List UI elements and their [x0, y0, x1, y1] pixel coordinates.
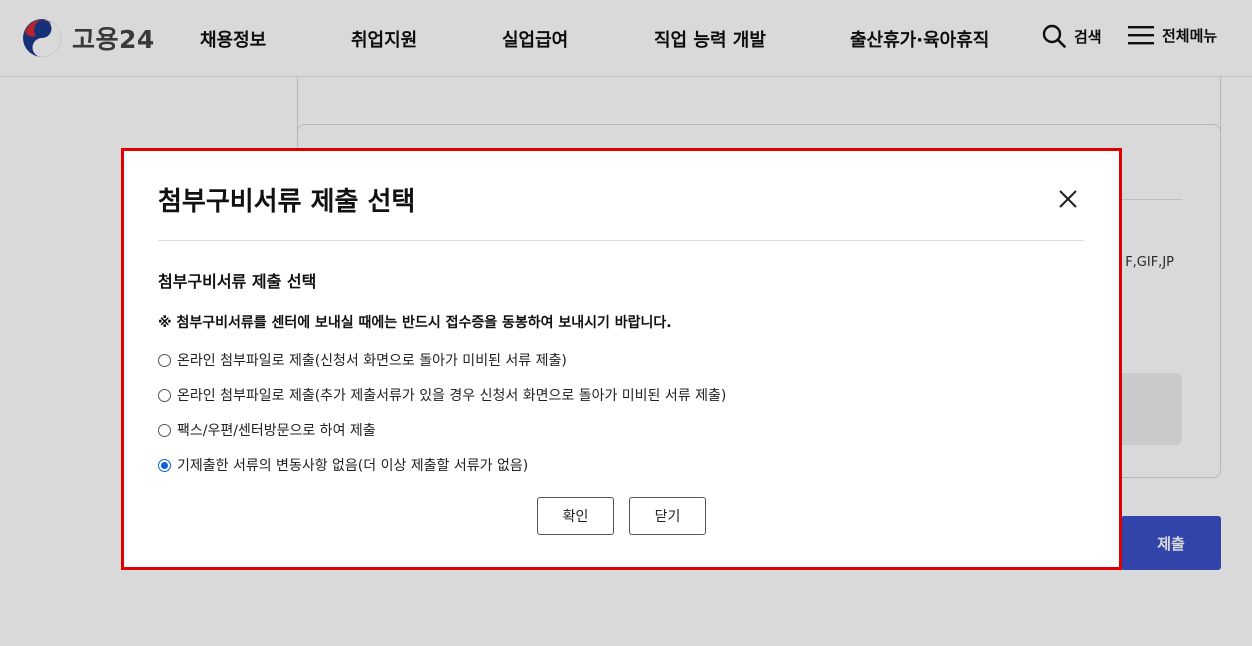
close-button[interactable]: 닫기: [629, 497, 706, 535]
modal-divider: [158, 240, 1084, 241]
radio-online-upload-additional[interactable]: [158, 388, 171, 402]
option-online-upload-additional-label: 온라인 첨부파일로 제출(추가 제출서류가 있을 경우 신청서 화면으로 돌아가…: [177, 388, 727, 404]
section-title: 첨부구비서류 제출 선택: [158, 272, 317, 291]
confirm-button[interactable]: 확인: [537, 497, 614, 535]
option-no-changes[interactable]: 기제출한 서류의 변동사항 없음(더 이상 제출할 서류가 없음): [158, 455, 528, 475]
radio-fax-mail-visit[interactable]: [158, 423, 171, 437]
radio-no-changes[interactable]: [158, 458, 171, 472]
option-online-upload-label: 온라인 첨부파일로 제출(신청서 화면으로 돌아가 미비된 서류 제출): [177, 353, 567, 369]
option-fax-mail-visit[interactable]: 팩스/우편/센터방문으로 하여 제출: [158, 420, 376, 440]
option-online-upload[interactable]: 온라인 첨부파일로 제출(신청서 화면으로 돌아가 미비된 서류 제출): [158, 350, 567, 370]
option-online-upload-additional[interactable]: 온라인 첨부파일로 제출(추가 제출서류가 있을 경우 신청서 화면으로 돌아가…: [158, 385, 726, 405]
modal-title: 첨부구비서류 제출 선택: [158, 187, 416, 217]
modal-close-button[interactable]: [1056, 187, 1080, 211]
attachment-submission-modal: 첨부구비서류 제출 선택 첨부구비서류 제출 선택 ※ 첨부구비서류를 센터에 …: [121, 148, 1122, 570]
close-icon: [1059, 190, 1077, 208]
radio-online-upload[interactable]: [158, 353, 171, 367]
option-fax-mail-visit-label: 팩스/우편/센터방문으로 하여 제출: [177, 423, 376, 439]
submission-notice: ※ 첨부구비서류를 센터에 보내실 때에는 반드시 접수증을 동봉하여 보내시기…: [158, 315, 672, 331]
option-no-changes-label: 기제출한 서류의 변동사항 없음(더 이상 제출할 서류가 없음): [177, 458, 529, 474]
